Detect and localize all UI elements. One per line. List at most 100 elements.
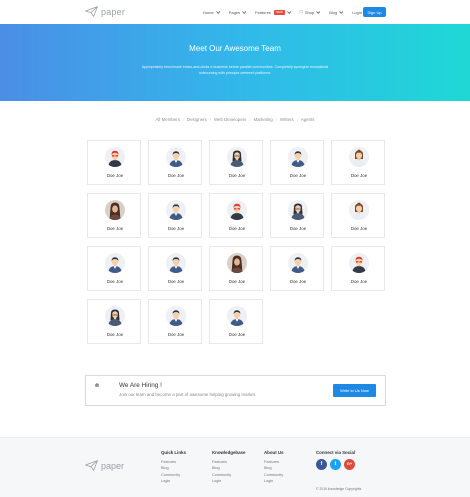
footer-link[interactable]: Login bbox=[212, 478, 245, 484]
member-name: Doe Joe bbox=[289, 173, 307, 178]
nav-login-label: Login bbox=[352, 9, 362, 15]
team-member-card[interactable]: Doe Joe bbox=[87, 193, 141, 238]
team-member-card[interactable]: Doe Joe bbox=[270, 193, 324, 238]
filter-separator: / bbox=[275, 117, 277, 122]
team-member-card[interactable]: Doe Joe bbox=[87, 246, 141, 291]
team-member-card[interactable]: Doe Joe bbox=[209, 246, 263, 291]
chevron-down-icon bbox=[215, 9, 221, 14]
facebook-icon[interactable]: f bbox=[316, 459, 327, 470]
team-member-card[interactable]: Doe Joe bbox=[87, 140, 141, 185]
avatar bbox=[166, 253, 186, 273]
team-member-card[interactable]: Doe Joe bbox=[148, 140, 202, 185]
site-footer: paper Quick Links Features Blog Communit… bbox=[0, 437, 470, 497]
member-name: Doe Joe bbox=[289, 279, 307, 284]
filter-web-developers[interactable]: Web Developers bbox=[214, 117, 246, 122]
footer-column-title: Knowledgebase bbox=[212, 450, 246, 455]
avatar bbox=[166, 147, 186, 167]
filter-separator: / bbox=[182, 117, 185, 122]
nav-item-shop[interactable]: □ Shop bbox=[299, 9, 321, 15]
footer-column-social: Connect via Social f t G+ bbox=[316, 450, 355, 470]
nav-item-pages[interactable]: Pages bbox=[229, 9, 247, 15]
footer-column-about-us: About Us Features Blog Community Login bbox=[264, 450, 284, 484]
chevron-down-icon bbox=[242, 9, 247, 14]
member-name: Doe Joe bbox=[106, 332, 124, 337]
nav-item-home[interactable]: Home bbox=[203, 9, 221, 15]
team-member-card[interactable]: Doe Joe bbox=[270, 140, 324, 185]
chevron-down-icon bbox=[286, 9, 292, 14]
member-name: Doe Joe bbox=[350, 279, 368, 284]
avatar bbox=[166, 306, 186, 326]
avatar bbox=[105, 200, 125, 220]
filter-agents[interactable]: Agents bbox=[301, 117, 315, 122]
nav-item-login[interactable]: Login bbox=[352, 10, 362, 15]
paper-plane-icon bbox=[85, 460, 98, 471]
footer-column-title: Connect via Social bbox=[316, 450, 356, 455]
filter-designers[interactable]: Designers bbox=[187, 117, 207, 122]
filter-separator: / bbox=[209, 117, 211, 122]
member-name: Doe Joe bbox=[228, 226, 246, 231]
footer-link[interactable]: Login bbox=[161, 478, 186, 484]
filter-writers[interactable]: Writers bbox=[280, 117, 294, 122]
member-name: Doe Joe bbox=[228, 279, 246, 284]
member-name: Doe Joe bbox=[167, 332, 185, 337]
team-member-card[interactable]: Doe Joe bbox=[148, 193, 202, 238]
member-name: Doe Joe bbox=[350, 173, 368, 178]
avatar bbox=[349, 200, 369, 220]
member-name: Doe Joe bbox=[167, 279, 185, 284]
write-to-us-button[interactable]: Write to Us Now bbox=[333, 384, 376, 397]
team-member-card[interactable]: Doe Joe bbox=[148, 246, 202, 291]
team-filter-bar: All Members / Designers / Web Developers… bbox=[0, 117, 470, 122]
avatar bbox=[227, 306, 247, 326]
social-links: f t G+ bbox=[316, 459, 355, 470]
avatar bbox=[166, 200, 186, 220]
top-navbar: paper Home Pages Features NEW □ Shop Blo… bbox=[0, 0, 470, 24]
member-name: Doe Joe bbox=[167, 226, 185, 231]
avatar bbox=[288, 147, 308, 167]
footer-link[interactable]: Login bbox=[264, 478, 284, 484]
filter-all-members[interactable]: All Members bbox=[156, 117, 180, 122]
avatar bbox=[105, 253, 125, 273]
new-badge: NEW bbox=[273, 9, 285, 15]
footer-column-title: About Us bbox=[264, 450, 284, 455]
filter-marketing[interactable]: Marketing bbox=[253, 117, 272, 122]
nav-features-label: Features bbox=[255, 9, 271, 15]
nav-item-features[interactable]: Features NEW bbox=[255, 9, 292, 15]
twitter-icon[interactable]: t bbox=[330, 459, 341, 470]
team-member-card[interactable]: Doe Joe bbox=[270, 246, 324, 291]
team-member-card[interactable]: Doe Joe bbox=[331, 140, 385, 185]
filter-separator: / bbox=[249, 117, 251, 122]
nav-item-blog[interactable]: Blog bbox=[329, 9, 344, 15]
team-member-card[interactable]: Doe Joe bbox=[209, 140, 263, 185]
briefcase-icon bbox=[95, 383, 99, 387]
team-member-card[interactable]: Doe Joe bbox=[148, 299, 202, 344]
filter-separator: / bbox=[296, 117, 298, 122]
avatar bbox=[349, 253, 369, 273]
team-member-card[interactable]: Doe Joe bbox=[209, 299, 263, 344]
cart-icon: □ bbox=[299, 9, 303, 15]
footer-logo[interactable]: paper bbox=[85, 460, 124, 471]
nav-shop-label: Shop bbox=[304, 9, 315, 15]
footer-column-quick-links: Quick Links Features Blog Community Logi… bbox=[161, 450, 186, 484]
google-plus-icon[interactable]: G+ bbox=[344, 459, 355, 470]
paper-plane-icon bbox=[85, 6, 98, 17]
avatar bbox=[105, 147, 125, 167]
avatar bbox=[288, 200, 308, 220]
avatar bbox=[288, 253, 308, 273]
team-member-card[interactable]: Doe Joe bbox=[87, 299, 141, 344]
team-member-card[interactable]: Doe Joe bbox=[331, 246, 385, 291]
avatar bbox=[349, 147, 369, 167]
signup-button[interactable]: Sign Up bbox=[363, 7, 386, 17]
team-member-card[interactable]: Doe Joe bbox=[331, 193, 385, 238]
footer-logo-text: paper bbox=[101, 460, 125, 471]
member-name: Doe Joe bbox=[106, 173, 124, 178]
hiring-banner: We Are Hiring ! Join our team and become… bbox=[85, 375, 386, 406]
footer-link[interactable]: Community bbox=[264, 472, 284, 478]
member-name: Doe Joe bbox=[228, 332, 246, 337]
chevron-down-icon bbox=[339, 9, 344, 14]
site-logo[interactable]: paper bbox=[85, 6, 125, 17]
member-name: Doe Joe bbox=[167, 173, 185, 178]
team-member-card[interactable]: Doe Joe bbox=[209, 193, 263, 238]
hero-banner bbox=[0, 24, 470, 101]
footer-column-knowledgebase: Knowledgebase Features Blog Community Lo… bbox=[212, 450, 245, 484]
avatar bbox=[227, 147, 247, 167]
